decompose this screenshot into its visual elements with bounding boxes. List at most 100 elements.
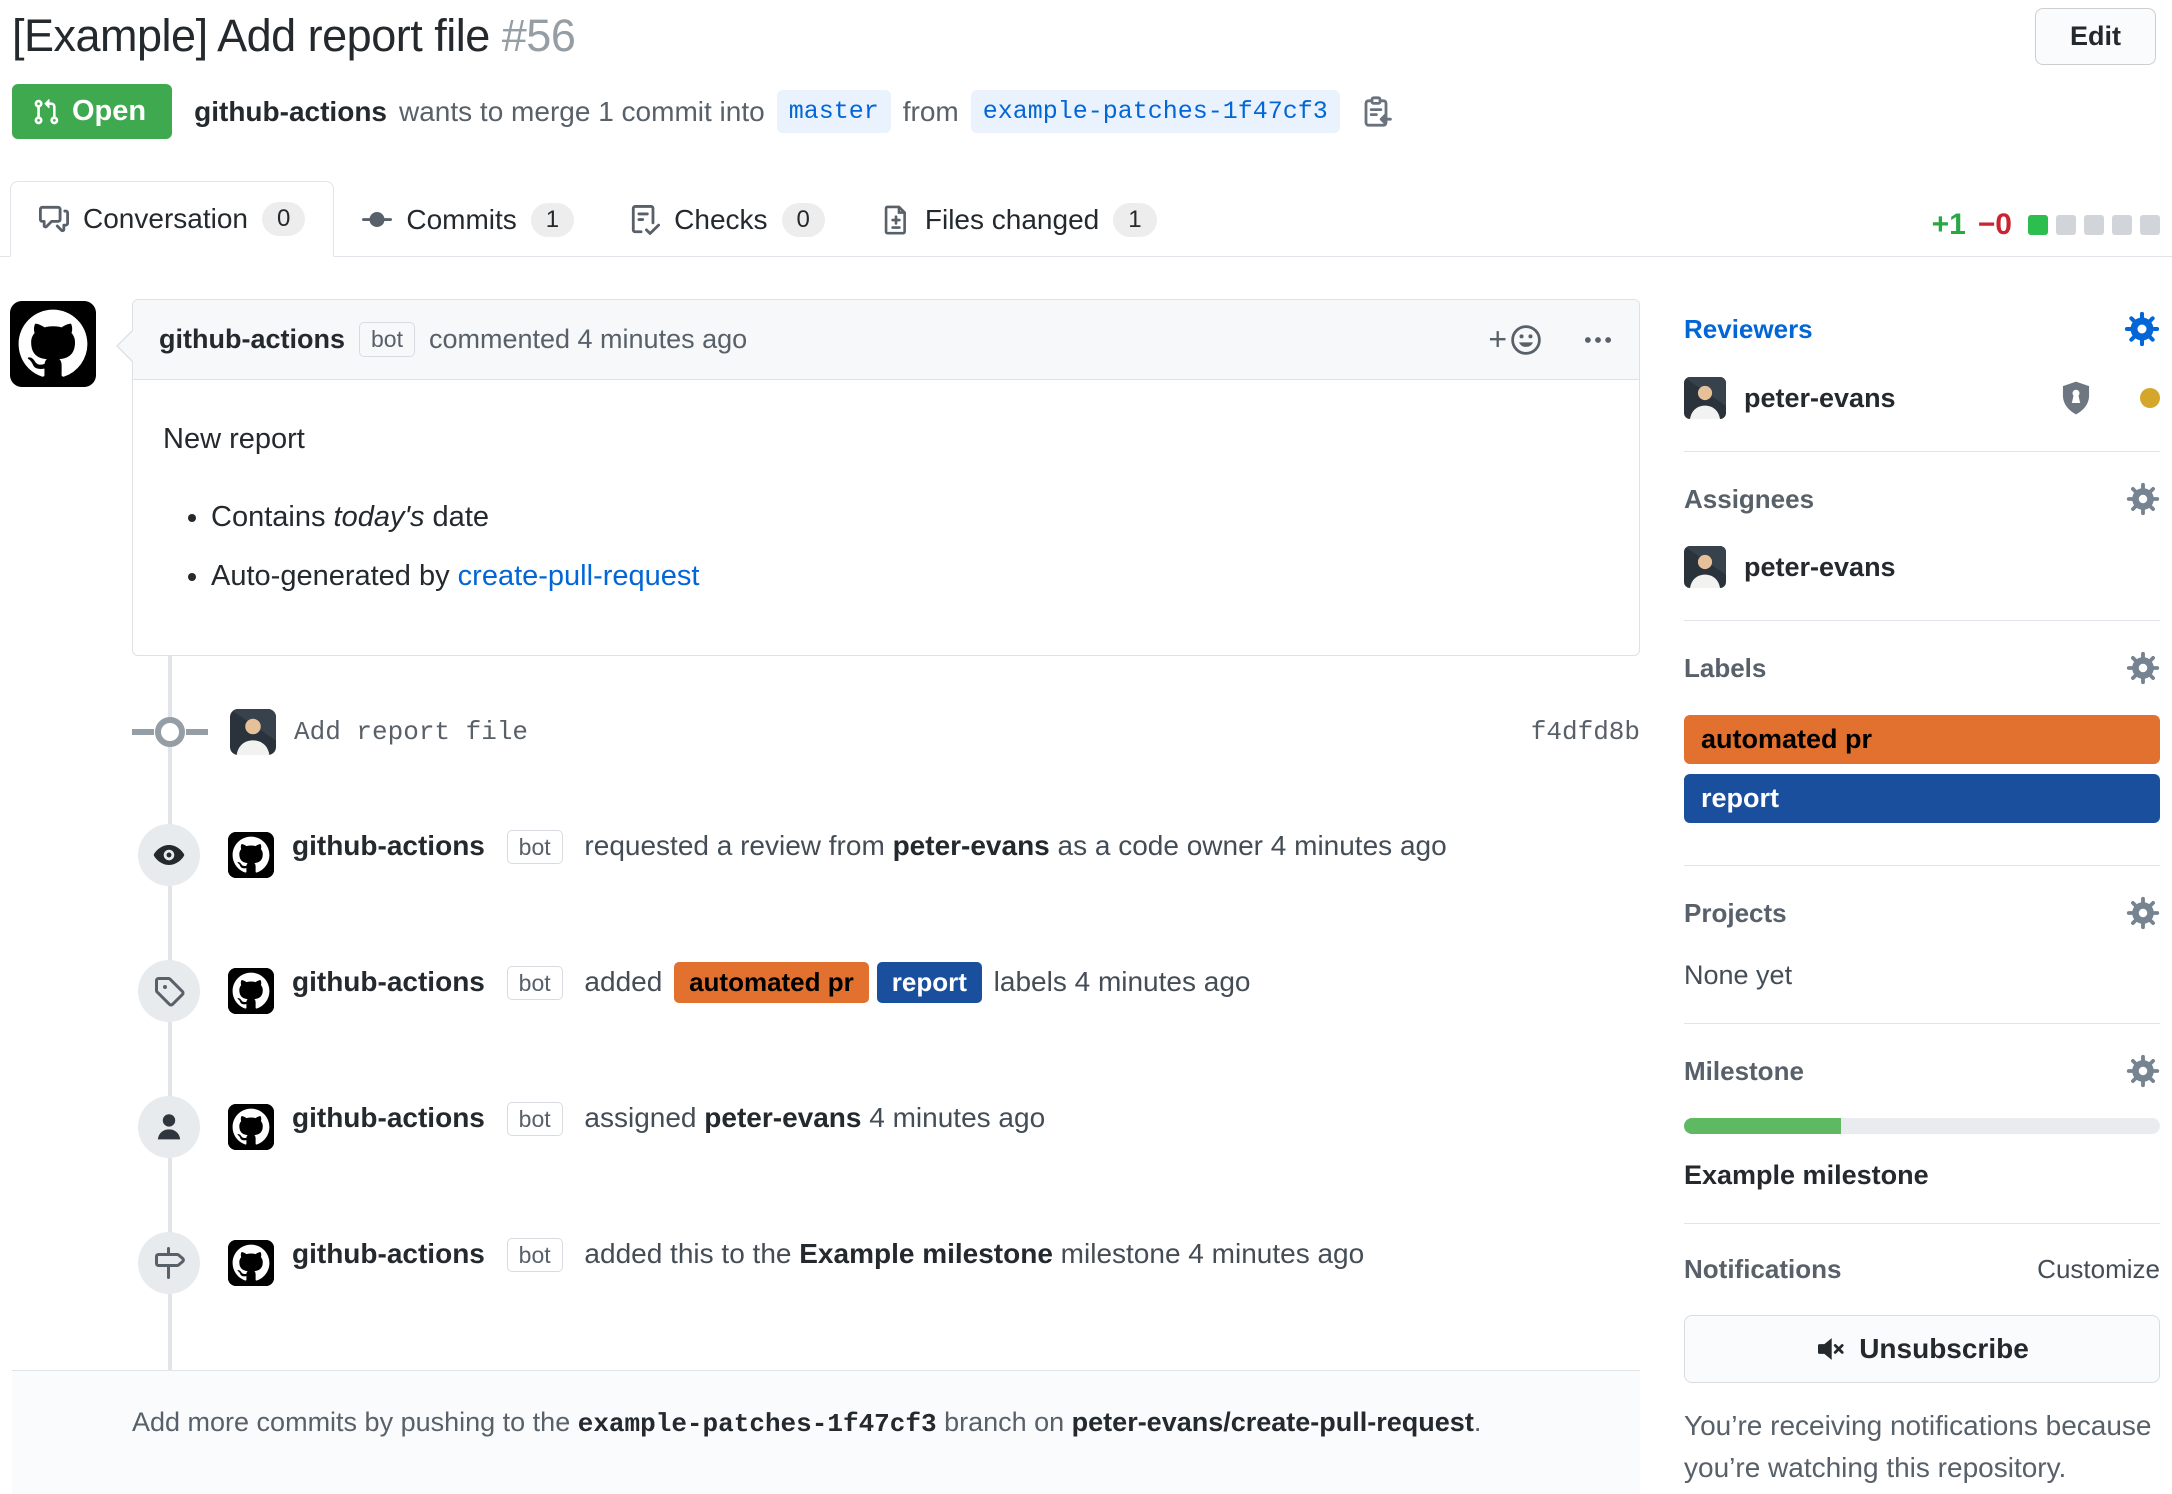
tag-icon xyxy=(138,960,200,1022)
label-report[interactable]: report xyxy=(877,962,982,1003)
reviewers-title[interactable]: Reviewers xyxy=(1684,314,1813,345)
from-text: from xyxy=(903,96,959,128)
tab-conversation-label: Conversation xyxy=(83,203,248,235)
event-text: github-actions bot added this to the Exa… xyxy=(292,1228,1364,1269)
tab-checks-label: Checks xyxy=(674,204,767,236)
event-target[interactable]: Example milestone xyxy=(799,1238,1053,1269)
milestone-progress-bar xyxy=(1684,1118,2160,1134)
comment-box: github-actions bot commented 4 minutes a… xyxy=(132,299,1640,656)
pr-title-text: [Example] Add report file xyxy=(12,10,490,61)
event-suffix: milestone 4 minutes ago xyxy=(1053,1238,1364,1269)
assignee-name[interactable]: peter-evans xyxy=(1744,552,1896,583)
diff-block xyxy=(2112,215,2132,235)
assignees-gear-icon[interactable] xyxy=(2126,482,2160,516)
comment-meta: commented 4 minutes ago xyxy=(429,324,747,355)
github-actions-avatar[interactable] xyxy=(228,1240,274,1286)
diffstat-deletions: −0 xyxy=(1978,208,2012,242)
label-automated-pr[interactable]: automated pr xyxy=(1684,715,2160,764)
checks-count: 0 xyxy=(782,203,825,237)
reviewer-row: peter-evans xyxy=(1684,377,2160,419)
diff-block xyxy=(2084,215,2104,235)
projects-title: Projects xyxy=(1684,898,1787,929)
pr-number: #56 xyxy=(502,10,576,61)
git-pull-request-icon xyxy=(32,98,60,126)
assignee-avatar[interactable] xyxy=(1684,546,1726,588)
timeline-event-assigned: github-actions bot assigned peter-evans … xyxy=(12,1098,1640,1160)
assignees-title: Assignees xyxy=(1684,484,1814,515)
plus-sign: + xyxy=(1488,321,1507,358)
milestone-title: Milestone xyxy=(1684,1056,1804,1087)
comment-author[interactable]: github-actions xyxy=(159,324,345,355)
commit-sha[interactable]: f4dfd8b xyxy=(1531,717,1640,747)
projects-empty-text: None yet xyxy=(1684,960,1792,990)
timeline-event-labeled: github-actions bot added automated prrep… xyxy=(12,962,1640,1024)
copy-branch-icon[interactable] xyxy=(1360,96,1392,128)
reviewer-name[interactable]: peter-evans xyxy=(1744,383,1896,414)
milestone-icon xyxy=(138,1232,200,1294)
github-actions-avatar[interactable] xyxy=(10,301,96,387)
labels-title: Labels xyxy=(1684,653,1766,684)
reviewers-gear-icon[interactable] xyxy=(2124,311,2160,347)
assignees-section: Assignees peter-evans xyxy=(1684,482,2160,621)
reviewer-avatar[interactable] xyxy=(1684,377,1726,419)
create-pull-request-link[interactable]: create-pull-request xyxy=(458,560,700,592)
customize-link[interactable]: Customize xyxy=(2037,1254,2160,1285)
notifications-note: You’re receiving notifications because y… xyxy=(1684,1405,2160,1489)
tab-checks[interactable]: Checks 0 xyxy=(602,183,853,257)
milestone-gear-icon[interactable] xyxy=(2126,1054,2160,1088)
github-actions-avatar[interactable] xyxy=(228,832,274,878)
milestone-name[interactable]: Example milestone xyxy=(1684,1160,1929,1190)
commit-message[interactable]: Add report file xyxy=(294,717,528,747)
head-branch-label[interactable]: example-patches-1f47cf3 xyxy=(971,90,1340,133)
timeline-event-milestoned: github-actions bot added this to the Exa… xyxy=(12,1234,1640,1296)
add-reaction-button[interactable]: + xyxy=(1488,321,1543,358)
event-target[interactable]: peter-evans xyxy=(893,830,1050,861)
event-suffix: 4 minutes ago xyxy=(861,1102,1045,1133)
label-report[interactable]: report xyxy=(1684,774,2160,823)
event-actor[interactable]: github-actions xyxy=(292,966,485,997)
diff-block xyxy=(2056,215,2076,235)
eye-icon xyxy=(138,824,200,886)
event-actor[interactable]: github-actions xyxy=(292,1238,485,1269)
tab-conversation[interactable]: Conversation 0 xyxy=(10,181,334,257)
base-branch-label[interactable]: master xyxy=(777,90,891,133)
state-label: Open xyxy=(72,95,146,128)
labels-gear-icon[interactable] xyxy=(2126,651,2160,685)
file-diff-icon xyxy=(881,205,911,235)
comment-actions: + xyxy=(1488,321,1613,358)
list-item-text: Auto-generated by xyxy=(211,560,458,592)
push-hint-footer: Add more commits by pushing to the examp… xyxy=(12,1370,1640,1494)
label-automated-pr[interactable]: automated pr xyxy=(674,962,869,1003)
diff-block xyxy=(2140,215,2160,235)
unsubscribe-label: Unsubscribe xyxy=(1859,1333,2029,1365)
commits-count: 1 xyxy=(531,203,574,237)
edit-button[interactable]: Edit xyxy=(2035,8,2156,65)
timeline-event-review-requested: github-actions bot requested a review fr… xyxy=(12,826,1640,888)
person-icon xyxy=(138,1096,200,1158)
committer-avatar[interactable] xyxy=(230,709,276,755)
tab-files-changed-label: Files changed xyxy=(925,204,1099,236)
github-actions-avatar[interactable] xyxy=(228,1104,274,1150)
tab-files-changed[interactable]: Files changed 1 xyxy=(853,183,1185,257)
comment-list-item: Auto-generated by create-pull-request xyxy=(211,555,1609,599)
mute-icon xyxy=(1815,1334,1845,1364)
labels-section: Labels automated pr report xyxy=(1684,651,2160,866)
list-item-emphasis: today's xyxy=(334,501,425,533)
unsubscribe-button[interactable]: Unsubscribe xyxy=(1684,1315,2160,1383)
open-state-badge: Open xyxy=(12,84,172,139)
event-text: github-actions bot requested a review fr… xyxy=(292,820,1447,861)
kebab-menu-icon[interactable] xyxy=(1583,325,1613,355)
comment-paragraph: New report xyxy=(163,418,1609,462)
tab-commits[interactable]: Commits 1 xyxy=(334,183,602,257)
projects-gear-icon[interactable] xyxy=(2126,896,2160,930)
comment-list-item: Contains today's date xyxy=(211,496,1609,540)
event-actor[interactable]: github-actions xyxy=(292,830,485,861)
event-text: github-actions bot assigned peter-evans … xyxy=(292,1092,1045,1133)
event-suffix: as a code owner 4 minutes ago xyxy=(1050,830,1447,861)
page-title: [Example] Add report file #56 xyxy=(12,10,2158,62)
github-actions-avatar[interactable] xyxy=(228,968,274,1014)
event-target[interactable]: peter-evans xyxy=(704,1102,861,1133)
event-actor[interactable]: github-actions xyxy=(292,1102,485,1133)
milestone-section: Milestone Example milestone xyxy=(1684,1054,2160,1224)
pr-meta-row: Open github-actions wants to merge 1 com… xyxy=(12,84,2158,139)
